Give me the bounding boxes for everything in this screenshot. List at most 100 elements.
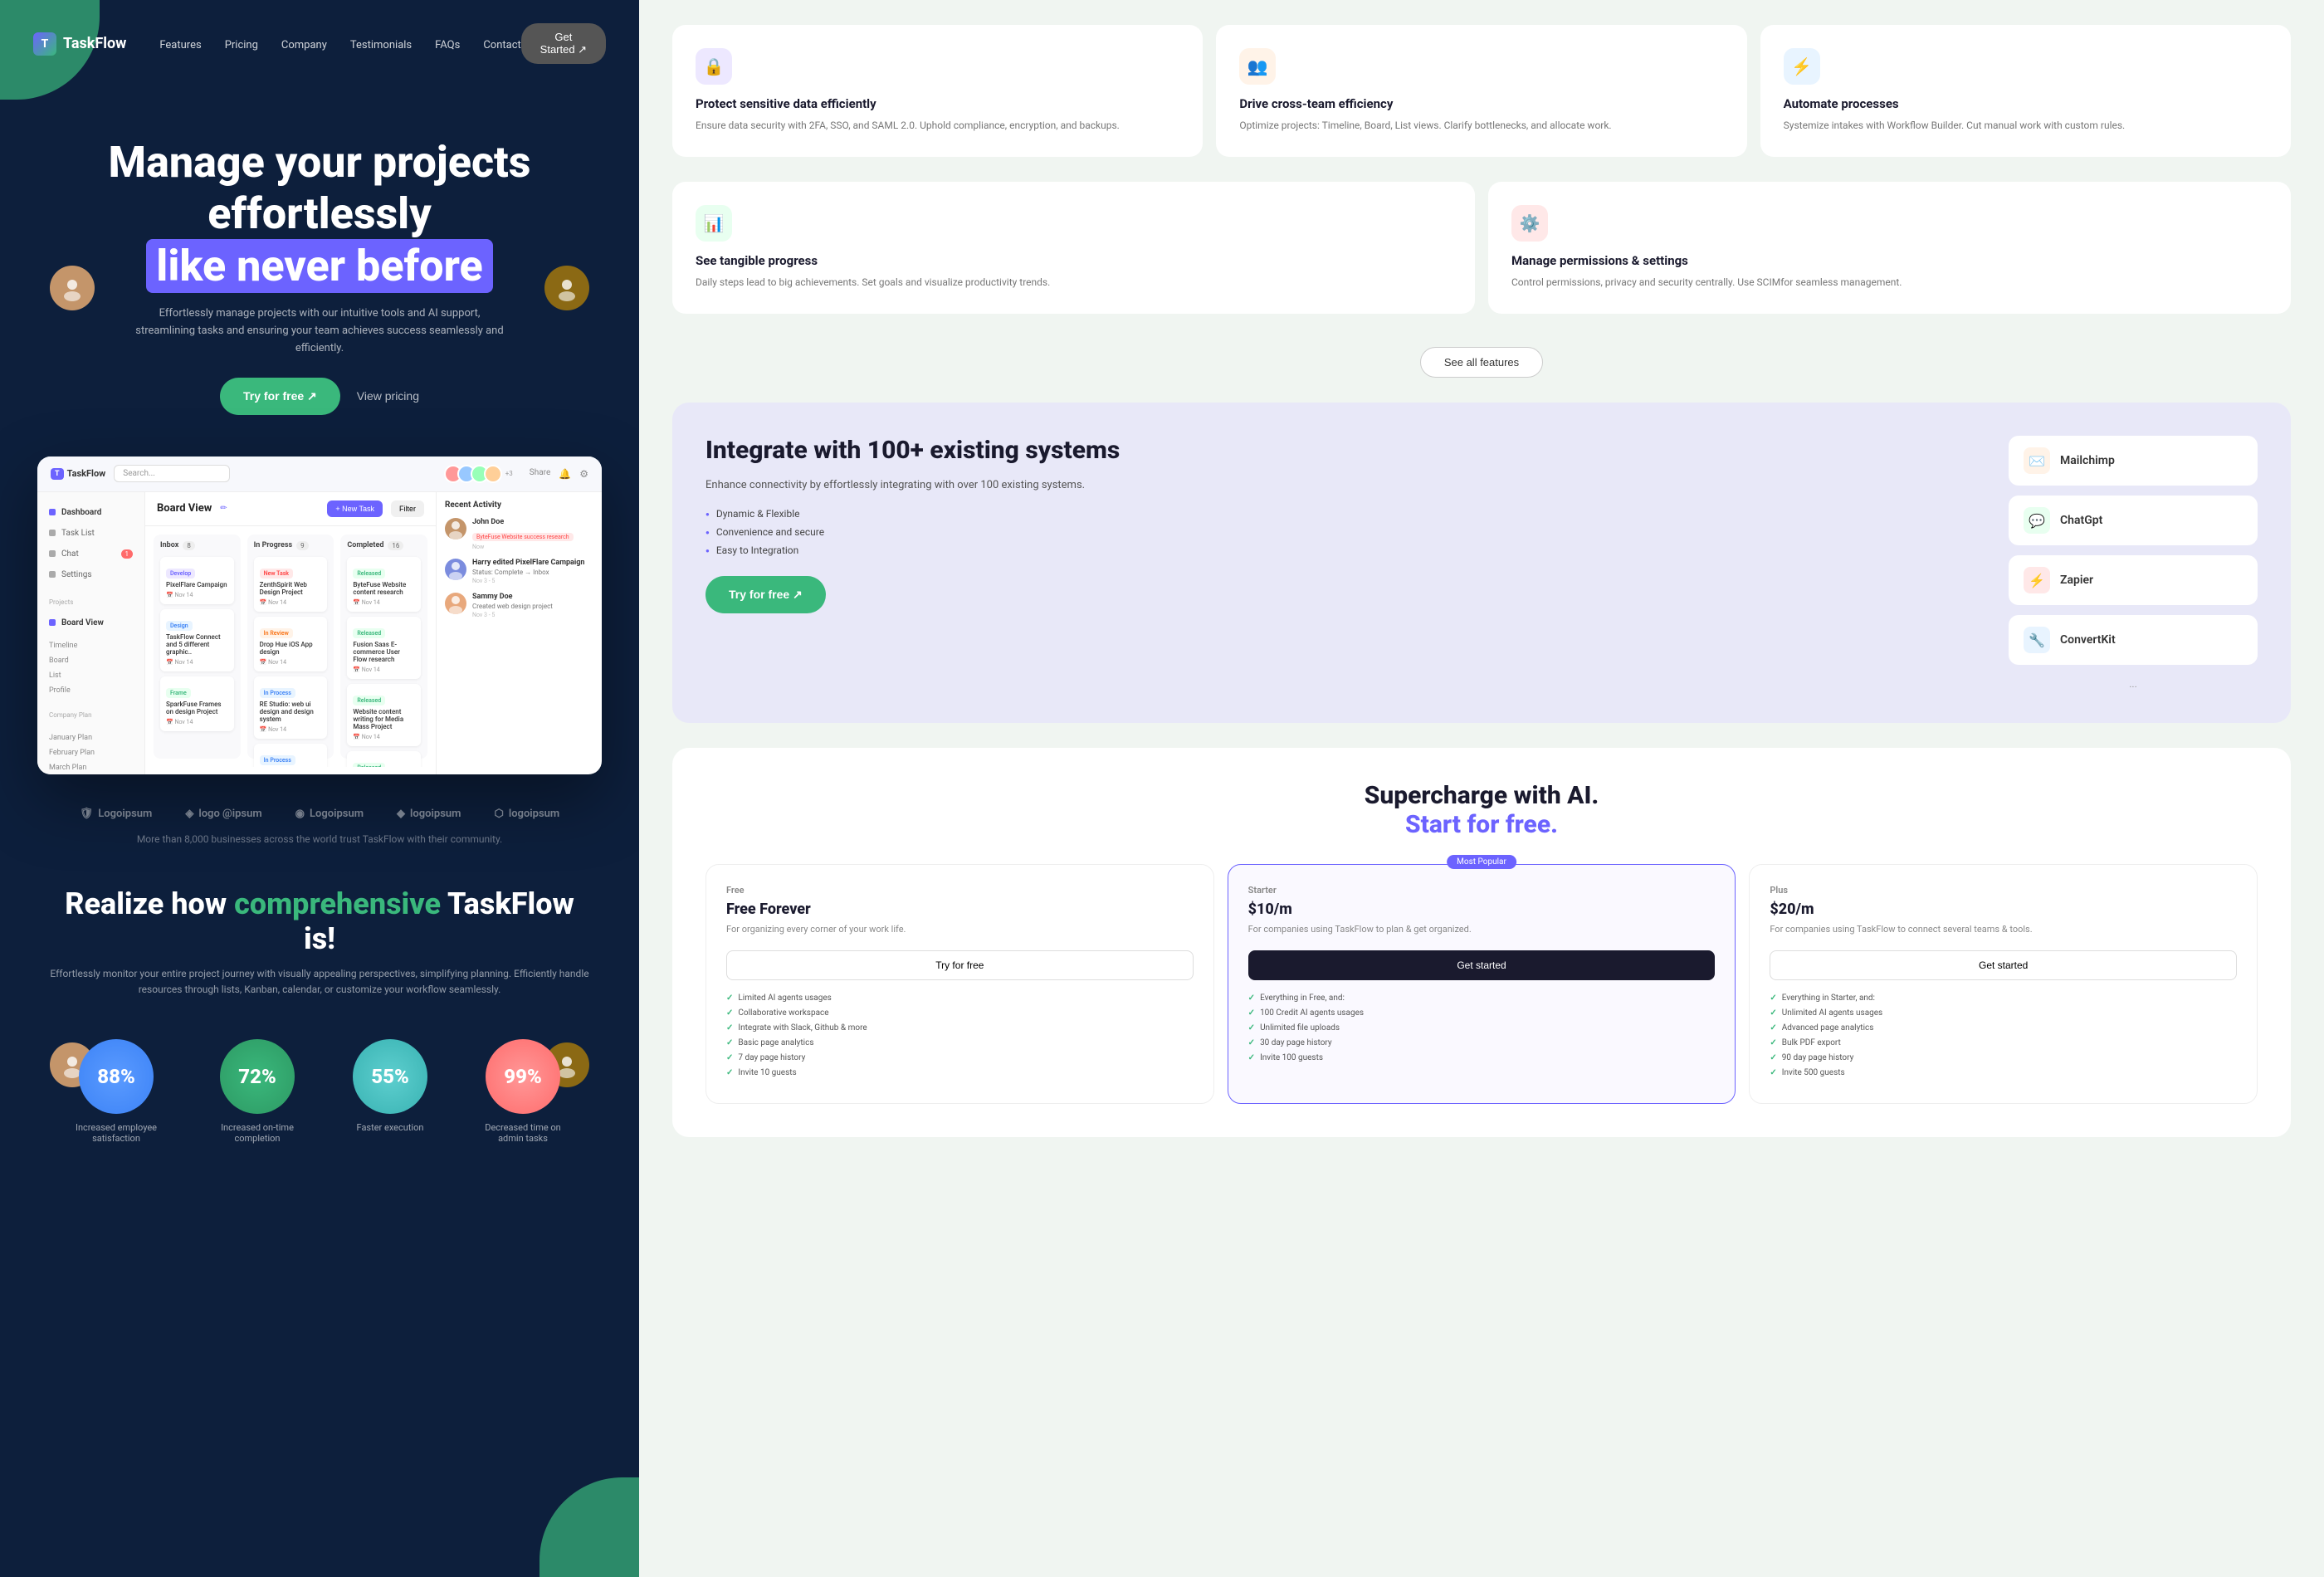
nav-link-pricing[interactable]: Pricing xyxy=(225,39,258,51)
zapier-icon: ⚡ xyxy=(2024,567,2050,593)
free-feature-4: Basic page analytics xyxy=(726,1038,1194,1047)
pricing-desc-free: For organizing every corner of your work… xyxy=(726,923,1194,937)
pricing-desc-starter: For companies using TaskFlow to plan & g… xyxy=(1248,923,1716,937)
board-header: Board View ✏ + New Task Filter xyxy=(145,492,436,526)
starter-feature-1: Everything in Free, and: xyxy=(1248,994,1716,1003)
integrations-cta-button[interactable]: Try for free ↗ xyxy=(706,576,826,613)
new-task-button[interactable]: + New Task xyxy=(327,500,383,517)
starter-feature-5: Invite 100 guests xyxy=(1248,1053,1716,1062)
activity-user-1: John Doe xyxy=(472,518,593,526)
filter-button[interactable]: Filter xyxy=(391,500,424,517)
stat-label-1: Increased employee satisfaction xyxy=(71,1122,162,1144)
zapier-name: Zapier xyxy=(2060,574,2093,587)
starter-feature-3: Unlimited file uploads xyxy=(1248,1023,1716,1033)
pricing-cta-starter[interactable]: Get started xyxy=(1248,950,1716,980)
feature-icon-2: 👥 xyxy=(1239,48,1276,85)
corner-decoration-br xyxy=(540,1477,639,1577)
integrations-features: Dynamic & Flexible Convenience and secur… xyxy=(706,508,1975,556)
sidebar-item-dashboard[interactable]: Dashboard xyxy=(37,502,144,523)
feature-card-2: 👥 Drive cross-team efficiency Optimize p… xyxy=(1216,25,1746,157)
stat-circle-2: 72% xyxy=(220,1039,295,1114)
mockup-search[interactable]: Search... xyxy=(114,465,230,482)
card-meta: 📅 Nov 14 xyxy=(353,599,415,606)
nav-link-testimonials[interactable]: Testimonials xyxy=(350,39,412,51)
integration-feature-2: Convenience and secure xyxy=(706,526,1975,538)
sidebar-january[interactable]: January Plan xyxy=(49,730,144,745)
get-started-button[interactable]: Get Started ↗ xyxy=(521,23,606,64)
pricing-name-free: Free Forever xyxy=(726,901,1194,918)
nav-link-faqs[interactable]: FAQs xyxy=(435,39,460,51)
mockup-logo: T TaskFlow xyxy=(51,468,105,480)
stat-circle-3: 55% xyxy=(353,1039,427,1114)
activity-text-2: Status: Complete → Inbox xyxy=(472,569,593,576)
board-col-inprogress: In Progress 9 New Task ZenthSpirit Web D… xyxy=(247,535,334,759)
plus-feature-5: 90 day page history xyxy=(1770,1053,2237,1062)
sidebar-sub-list[interactable]: List xyxy=(49,668,144,683)
mailchimp-icon: ✉️ xyxy=(2024,447,2050,474)
pricing-features-starter: Everything in Free, and: 100 Credit AI a… xyxy=(1248,994,1716,1062)
feature-title-1: Protect sensitive data efficiently xyxy=(696,96,1179,111)
sidebar-board-view[interactable]: Board View xyxy=(37,613,144,633)
activity-time-2: Nov 3 - 5 xyxy=(472,578,593,584)
features-grid-bottom: 📊 See tangible progress Daily steps lead… xyxy=(672,182,2291,314)
sidebar-sub-timeline[interactable]: Timeline xyxy=(49,638,144,653)
sidebar-sub-board[interactable]: Board xyxy=(49,653,144,668)
stat-circle-1: 88% xyxy=(79,1039,154,1114)
nav-link-features[interactable]: Features xyxy=(159,39,201,51)
pricing-cta-free[interactable]: Try for free xyxy=(726,950,1194,980)
stat-3: 55% Faster execution xyxy=(353,1039,427,1144)
hero-buttons: Try for free ↗ View pricing xyxy=(50,378,589,415)
board-card: Released Fusion Saas E-commerce User Flo… xyxy=(347,617,421,679)
sidebar-item-settings[interactable]: Settings xyxy=(37,564,144,585)
mockup-actions: Share 🔔 ⚙ xyxy=(530,468,588,480)
board-edit-icon[interactable]: ✏ xyxy=(220,504,227,513)
see-all-features-button[interactable]: See all features xyxy=(1420,347,1543,378)
pricing-cta-plus[interactable]: Get started xyxy=(1770,950,2237,980)
board-card: In Process RE Studio: web ui design and … xyxy=(254,676,328,739)
sidebar-sub-profile[interactable]: Profile xyxy=(49,683,144,698)
feature-icon-1: 🔒 xyxy=(696,48,732,85)
realize-section: Realize how comprehensive TaskFlow is! E… xyxy=(0,862,639,1014)
board-card: Design TaskFlow Connect and 5 different … xyxy=(160,609,234,671)
sidebar-item-tasklist[interactable]: Task List xyxy=(37,523,144,544)
free-feature-2: Collaborative workspace xyxy=(726,1008,1194,1018)
sidebar-item-chat[interactable]: Chat 1 xyxy=(37,544,144,564)
card-tag: Released xyxy=(353,763,385,767)
left-panel: T TaskFlow Features Pricing Company Test… xyxy=(0,0,639,1577)
pricing-cards: Free Free Forever For organizing every c… xyxy=(706,864,2258,1104)
card-tag: Released xyxy=(353,569,385,579)
try-for-free-button[interactable]: Try for free ↗ xyxy=(220,378,340,415)
dashboard-mockup: T TaskFlow Search... +3 Share 🔔 ⚙ xyxy=(37,456,602,774)
plus-feature-3: Advanced page analytics xyxy=(1770,1023,2237,1033)
card-tag: Released xyxy=(353,696,385,706)
nav-link-company[interactable]: Company xyxy=(281,39,327,51)
feature-desc-2: Optimize projects: Timeline, Board, List… xyxy=(1239,118,1723,134)
sidebar-march[interactable]: March Plan xyxy=(49,760,144,774)
pricing-tier-starter: Starter xyxy=(1248,885,1716,896)
pricing-tier-free: Free xyxy=(726,885,1194,896)
sidebar-february[interactable]: February Plan xyxy=(49,745,144,760)
card-meta: 📅 Nov 14 xyxy=(166,719,228,725)
gear-icon: ⚙ xyxy=(579,468,588,480)
partner-logo-5: ⬡ logoipsum xyxy=(494,808,559,820)
partner-logo-1: 🛡 Logoipsum xyxy=(80,808,153,820)
sidebar-company-header: Company Plan xyxy=(37,705,144,725)
hero-description: Effortlessly manage projects with our in… xyxy=(129,305,510,357)
right-panel: 🔒 Protect sensitive data efficiently Ens… xyxy=(639,0,2324,1577)
stat-4: 99% Decreased time on admin tasks xyxy=(477,1039,569,1144)
pricing-card-plus: Plus $20/m For companies using TaskFlow … xyxy=(1749,864,2258,1104)
activity-time-3: Nov 3 - 5 xyxy=(472,612,593,618)
pricing-badge-starter: Most Popular xyxy=(1447,855,1516,869)
view-pricing-button[interactable]: View pricing xyxy=(357,389,419,403)
share-text: Share xyxy=(530,468,550,480)
feature-icon-3: ⚡ xyxy=(1784,48,1820,85)
free-feature-5: 7 day page history xyxy=(726,1053,1194,1062)
board-card: In Review Drop Hue iOS App design 📅 Nov … xyxy=(254,617,328,671)
stat-circle-4: 99% xyxy=(486,1039,560,1114)
logos-description: More than 8,000 businesses across the wo… xyxy=(50,833,589,845)
nav-link-contact[interactable]: Contact xyxy=(483,39,520,51)
realize-title: Realize how comprehensive TaskFlow is! xyxy=(50,886,589,956)
pricing-desc-plus: For companies using TaskFlow to connect … xyxy=(1770,923,2237,937)
pricing-features-free: Limited AI agents usages Collaborative w… xyxy=(726,994,1194,1077)
logo-text: TaskFlow xyxy=(63,35,126,52)
